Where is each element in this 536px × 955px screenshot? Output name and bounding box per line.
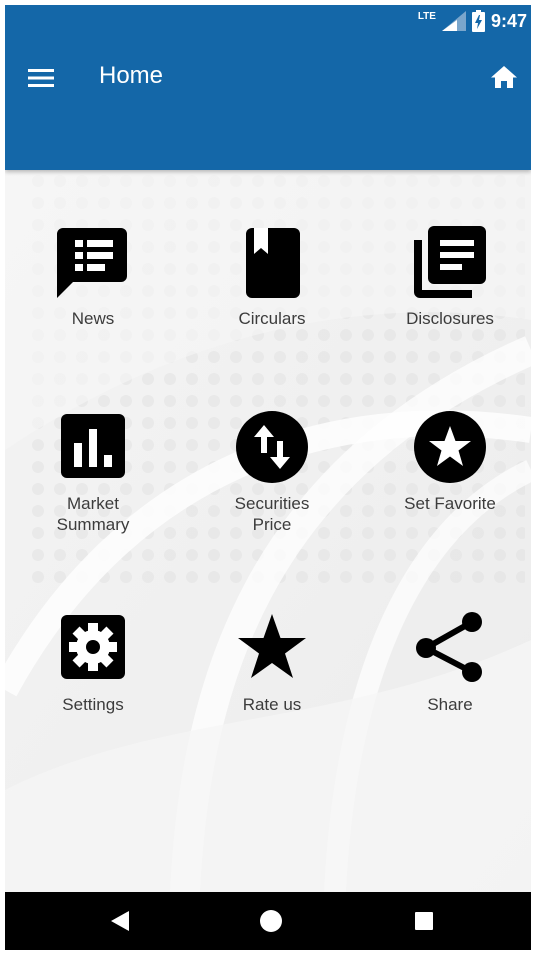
tile-settings[interactable]: Settings bbox=[8, 610, 178, 715]
tile-label: Market Summary bbox=[56, 494, 130, 534]
bar-chart-icon bbox=[61, 414, 125, 478]
library-books-icon bbox=[414, 226, 486, 298]
tile-disclosures[interactable]: Disclosures bbox=[365, 224, 531, 329]
nav-home-button[interactable] bbox=[259, 909, 283, 938]
tile-label: Securities Price bbox=[234, 494, 310, 534]
tile-label: Share bbox=[427, 695, 473, 714]
back-triangle-icon bbox=[111, 911, 129, 931]
page-title: Home bbox=[99, 62, 164, 89]
tile-label: Rate us bbox=[242, 695, 302, 714]
battery-charging-icon bbox=[471, 10, 485, 32]
nav-back-button[interactable] bbox=[109, 909, 131, 938]
home-icon bbox=[491, 66, 517, 88]
star-circle-icon bbox=[414, 411, 486, 483]
tile-label: Settings bbox=[62, 695, 124, 714]
tile-label: Circulars bbox=[238, 309, 306, 328]
swap-vertical-icon bbox=[236, 411, 308, 483]
tile-label: Disclosures bbox=[406, 309, 494, 328]
signal-icon bbox=[441, 11, 466, 31]
tile-label: Set Favorite bbox=[404, 494, 496, 513]
system-nav-bar bbox=[5, 892, 531, 950]
gear-icon bbox=[61, 615, 125, 679]
tile-news[interactable]: News bbox=[8, 224, 178, 329]
tile-circulars[interactable]: Circulars bbox=[187, 224, 357, 329]
nav-recents-button[interactable] bbox=[413, 909, 435, 938]
news-chat-icon bbox=[57, 228, 127, 298]
menu-grid: News Circulars Disclosures Market Summar… bbox=[5, 170, 531, 892]
bookmark-book-icon bbox=[246, 228, 300, 298]
tile-market-summary[interactable]: Market Summary bbox=[8, 409, 178, 535]
home-button[interactable] bbox=[485, 58, 523, 96]
tile-rate-us[interactable]: Rate us bbox=[187, 610, 357, 715]
tile-set-favorite[interactable]: Set Favorite bbox=[365, 409, 531, 514]
menu-button[interactable] bbox=[23, 60, 59, 96]
hamburger-menu-icon bbox=[28, 69, 54, 87]
status-time: 9:47 bbox=[490, 10, 527, 31]
status-icons: LTE 9:47 bbox=[418, 10, 527, 32]
share-icon bbox=[416, 612, 482, 682]
network-type: LTE bbox=[417, 10, 436, 22]
tile-share[interactable]: Share bbox=[365, 610, 531, 715]
home-circle-icon bbox=[260, 910, 282, 932]
tile-label: News bbox=[71, 309, 115, 328]
recents-square-icon bbox=[415, 912, 433, 930]
star-icon bbox=[238, 614, 306, 678]
status-bar: LTE 9:47 bbox=[5, 5, 531, 39]
phone-screen: LTE 9:47 Home News Circulars Disclosures… bbox=[5, 5, 531, 950]
app-bar: LTE 9:47 Home bbox=[5, 5, 531, 170]
tile-securities-price[interactable]: Securities Price bbox=[187, 409, 357, 535]
